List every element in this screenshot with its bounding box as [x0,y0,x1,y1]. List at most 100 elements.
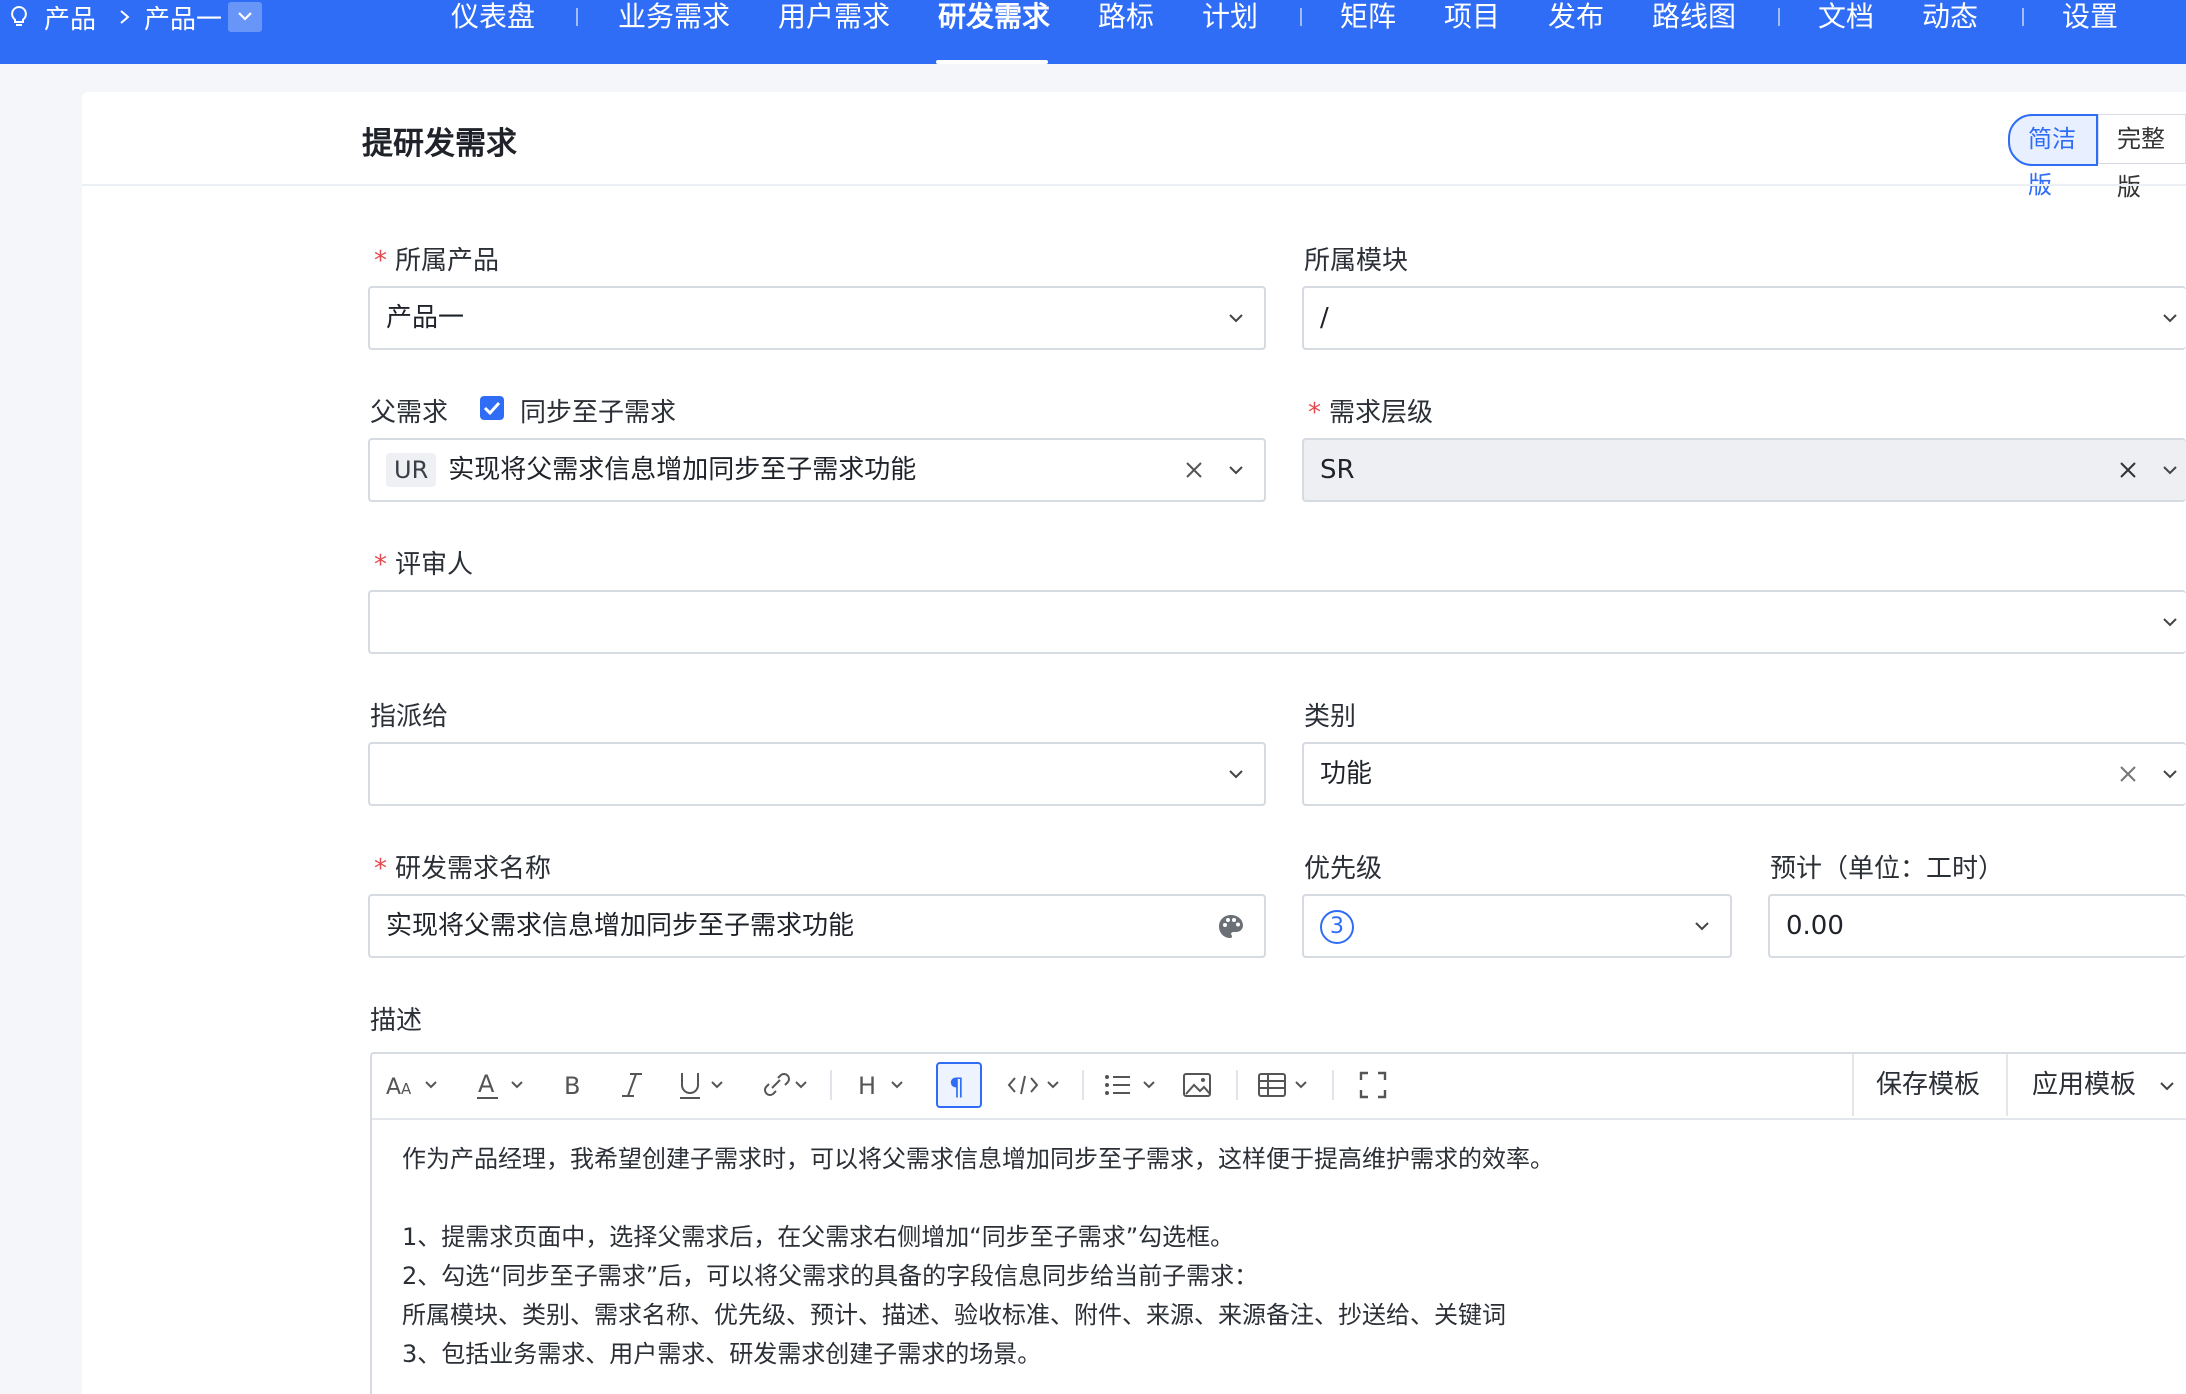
svg-text:A: A [401,1080,412,1098]
paragraph-button[interactable]: ¶ [936,1062,982,1108]
nav-dashboard[interactable]: 仪表盘 [451,0,535,34]
module-select[interactable]: / [1302,286,2186,350]
clear-icon[interactable] [2118,460,2138,480]
link-button[interactable] [760,1068,816,1102]
reviewer-label: * 评审人 [374,550,474,580]
mode-full-button[interactable]: 完整版 [2098,114,2186,201]
lightbulb-icon [11,5,27,26]
nav-user-requirements[interactable]: 用户需求 [778,0,890,34]
nav-business-requirements[interactable]: 业务需求 [618,0,730,34]
breadcrumb-current-product[interactable]: 产品一 [144,0,222,35]
nav-matrix[interactable]: 矩阵 [1340,0,1396,34]
chevron-down-icon [2163,466,2177,475]
assignee-select[interactable] [368,742,1266,806]
product-switch-dropdown[interactable] [228,2,262,32]
editor-content[interactable]: 作为产品经理，我希望创建子需求时，可以将父需求信息增加同步至子需求，这样便于提高… [402,1140,1554,1374]
font-size-icon: A A [386,1075,437,1100]
editor-blank-line [402,1179,1554,1218]
palette-icon[interactable] [1216,912,1246,942]
chevron-right-icon [120,10,130,24]
requirement-name-input[interactable]: 实现将父需求信息增加同步至子需求功能 [368,894,1266,958]
table-icon [1258,1073,1307,1097]
nav-project[interactable]: 项目 [1444,0,1500,34]
underline-button[interactable] [676,1068,732,1102]
font-size-button[interactable]: A A [386,1068,442,1102]
clear-icon[interactable] [2118,764,2138,784]
list-button[interactable] [1102,1068,1162,1102]
requirement-type-tag: UR [386,453,437,487]
priority-badge: 3 [1320,909,1354,944]
toolbar-separator [1332,1070,1334,1100]
code-icon [1007,1075,1059,1095]
link-icon [764,1073,807,1096]
bold-button[interactable]: B [560,1068,590,1102]
nav-docs[interactable]: 文档 [1818,0,1874,34]
editor-toolbar: A A A B H ¶ 保存模板 应用模板 [372,1054,2186,1120]
toolbar-divider [1852,1054,1854,1116]
paragraph-icon: ¶ [949,1073,964,1101]
toolbar-separator [1082,1070,1084,1100]
editor-line: 2、勾选“同步至子需求”后，可以将父需求的具备的字段信息同步给当前子需求： [402,1262,1259,1290]
parent-requirement-label: 父需求 [370,398,449,428]
toolbar-separator [830,1070,832,1100]
sync-to-children-label: 同步至子需求 [520,398,677,428]
heading-icon: H [858,1072,903,1100]
toolbar-separator [1236,1070,1238,1100]
editor-line: 3、包括业务需求、用户需求、研发需求创建子需求的场景。 [402,1340,1042,1368]
category-select[interactable]: 功能 [1302,742,2186,806]
description-editor[interactable]: A A A B H ¶ 保存模板 应用模板 作为产品经理，我希望创建子需求时，可… [370,1052,2186,1394]
chevron-down-icon [1229,770,1243,779]
form-mode-switch[interactable]: 简洁版 完整版 [2008,114,2186,201]
reviewer-select[interactable] [368,590,2186,654]
nav-roadmap-milestones[interactable]: 路标 [1098,0,1154,34]
level-select[interactable]: SR [1302,438,2186,502]
parent-requirement-text: 实现将父需求信息增加同步至子需求功能 [448,455,917,485]
nav-dev-requirements[interactable]: 研发需求 [938,0,1050,34]
nav-settings[interactable]: 设置 [2062,0,2118,34]
italic-button[interactable] [618,1068,648,1102]
checkmark-icon [483,401,501,416]
breadcrumb-product[interactable]: 产品 [44,0,96,35]
priority-select[interactable]: 3 [1302,894,1732,958]
sync-to-children-checkbox[interactable] [480,396,504,420]
product-select[interactable]: 产品一 [368,286,1266,350]
apply-template-button[interactable]: 应用模板 [2032,1054,2178,1116]
save-template-button[interactable]: 保存模板 [1876,1054,1980,1116]
svg-text:H: H [858,1072,876,1100]
nav-activity[interactable]: 动态 [1922,0,1978,34]
category-select-value: 功能 [1320,759,1373,789]
nav-plan[interactable]: 计划 [1202,0,1258,34]
product-label: * 所属产品 [374,246,500,276]
fullscreen-button[interactable] [1356,1068,1390,1102]
module-label: 所属模块 [1304,246,1409,276]
page-title: 提研发需求 [362,126,517,162]
table-button[interactable] [1256,1068,1316,1102]
font-color-icon: A [477,1070,523,1099]
code-button[interactable] [1006,1068,1066,1102]
chevron-down-icon [238,12,252,21]
image-icon [1183,1073,1211,1097]
estimate-value: 0.00 [1786,911,1844,941]
estimate-input[interactable]: 0.00 [1768,894,2186,958]
parent-requirement-select[interactable]: UR 实现将父需求信息增加同步至子需求功能 [368,438,1266,502]
toolbar-divider [2006,1054,2008,1116]
insert-image-button[interactable] [1180,1068,1214,1102]
clear-icon[interactable] [1184,460,1204,480]
nav-roadmap[interactable]: 路线图 [1652,0,1736,34]
heading-button[interactable]: H [856,1068,912,1102]
editor-line: 1、提需求页面中，选择父需求后，在父需求右侧增加“同步至子需求”勾选框。 [402,1223,1235,1251]
editor-line: 作为产品经理，我希望创建子需求时，可以将父需求信息增加同步至子需求，这样便于提高… [402,1145,1554,1173]
mode-simple-button[interactable]: 简洁版 [2008,114,2098,199]
svg-text:A: A [386,1075,401,1100]
bullet-list-icon [1105,1075,1155,1095]
top-nav-bar: 产品 产品一 仪表盘 业务需求 用户需求 研发需求 路标 计划 矩阵 项目 发布… [0,0,2186,64]
nav-active-indicator [936,60,1048,64]
chevron-down-icon [2163,770,2177,779]
priority-select-value: 3 [1320,896,1354,956]
font-color-button[interactable]: A [476,1068,532,1102]
module-select-value: / [1320,303,1329,333]
nav-release[interactable]: 发布 [1548,0,1604,34]
chevron-down-icon [1229,314,1243,323]
nav-separator [1300,8,1302,26]
header-divider [82,184,2186,186]
